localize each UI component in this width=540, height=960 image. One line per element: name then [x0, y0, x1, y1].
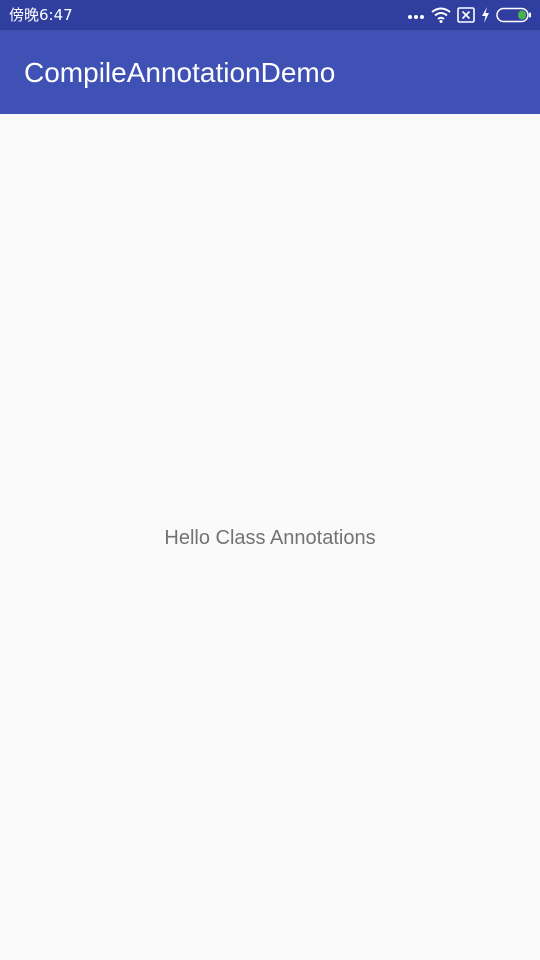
main-content: Hello Class Annotations: [0, 114, 540, 960]
status-bar: 傍晚6:47: [0, 0, 540, 30]
app-title: CompileAnnotationDemo: [24, 57, 336, 88]
app-bar: CompileAnnotationDemo: [0, 30, 540, 114]
more-dots-icon: [407, 8, 425, 22]
hello-text: Hello Class Annotations: [164, 527, 376, 549]
wifi-icon: [431, 7, 451, 23]
no-sim-icon: [457, 7, 475, 23]
status-time: 傍晚6:47: [9, 6, 73, 24]
battery-icon: [496, 7, 532, 23]
charging-icon: [481, 7, 490, 23]
status-icons: [407, 5, 532, 25]
